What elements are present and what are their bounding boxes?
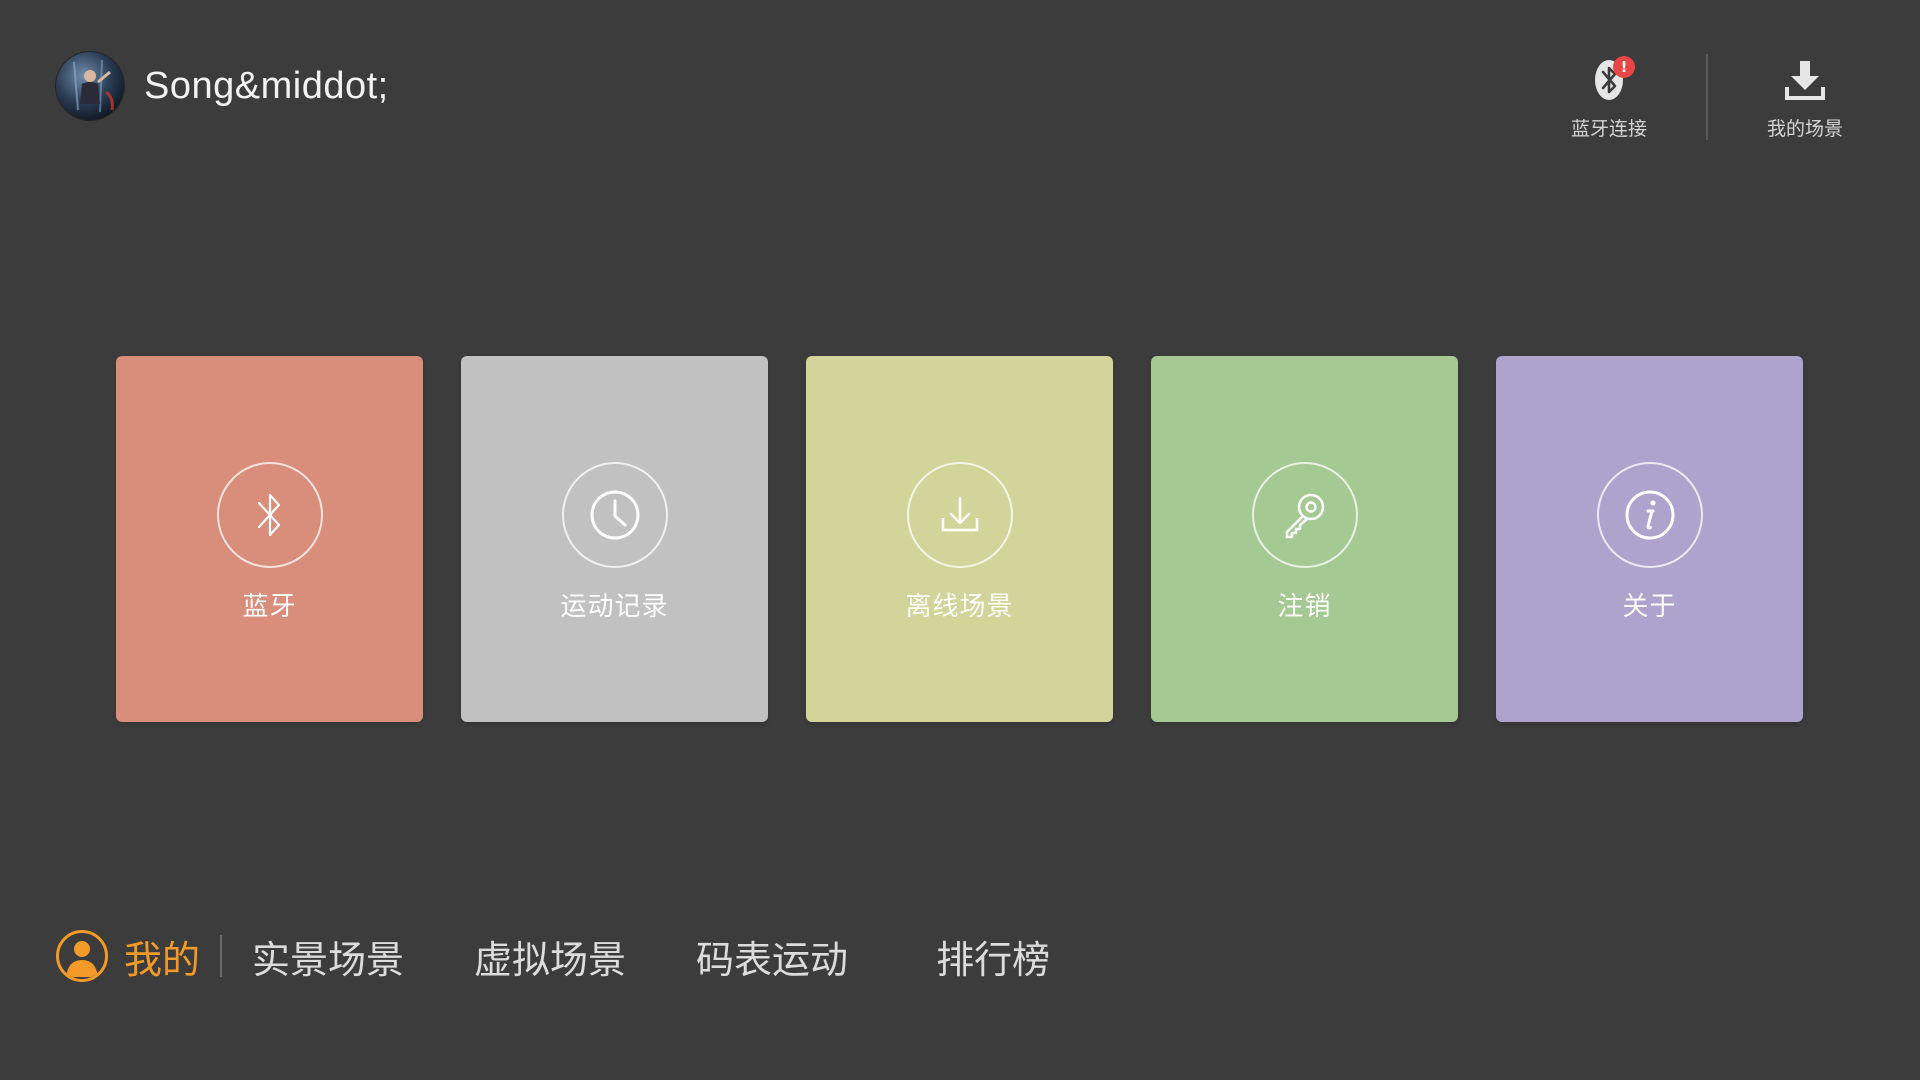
tile-workout-history-label: 运动记录 [560, 592, 669, 622]
bluetooth-connect-label: 蓝牙连接 [1570, 118, 1647, 140]
user-icon [56, 930, 108, 982]
info-icon [1596, 462, 1703, 568]
notification-badge: ! [1613, 56, 1635, 78]
tile-workout-history[interactable]: 运动记录 [461, 356, 768, 722]
bluetooth-connect-button[interactable]: ! 蓝牙连接 [1534, 52, 1684, 141]
nav-divider [220, 935, 223, 977]
bottom-nav: 我的 实景场景 虚拟场景 码表运动 排行榜 [56, 926, 1120, 986]
nav-tab-me-label: 我的 [124, 937, 201, 982]
tile-logout-label: 注销 [1277, 592, 1332, 622]
bluetooth-icon [216, 462, 323, 568]
nav-tab-real-scenes[interactable]: 实景场景 [252, 929, 404, 984]
tile-offline-scenes-label: 离线场景 [905, 592, 1014, 622]
tile-bluetooth-label: 蓝牙 [242, 592, 297, 622]
key-icon [1251, 462, 1358, 568]
clock-icon [561, 462, 668, 568]
my-scenes-label: 我的场景 [1766, 118, 1843, 140]
tile-logout[interactable]: 注销 [1151, 356, 1458, 722]
avatar[interactable] [56, 52, 124, 120]
tile-bluetooth[interactable]: 蓝牙 [116, 356, 423, 722]
user-profile[interactable]: Song&middot; [56, 52, 389, 120]
tile-about-label: 关于 [1622, 592, 1677, 622]
nav-tab-virtual-scenes[interactable]: 虚拟场景 [474, 929, 626, 984]
download-icon [1777, 52, 1833, 108]
bluetooth-icon: ! [1581, 52, 1637, 108]
download-icon [906, 462, 1013, 568]
nav-tab-leaderboard[interactable]: 排行榜 [936, 929, 1050, 984]
nav-tab-odometer-workout[interactable]: 码表运动 [696, 929, 848, 984]
home-screen: Song&middot; ! 蓝牙连接 我的场景 蓝牙 运动记录 离线场景 注销… [0, 0, 1920, 1080]
header-divider [1706, 54, 1708, 140]
my-scenes-button[interactable]: 我的场景 [1730, 52, 1880, 141]
tile-about[interactable]: 关于 [1496, 356, 1803, 722]
nav-tab-me[interactable]: 我的 [56, 929, 200, 984]
tile-offline-scenes[interactable]: 离线场景 [806, 356, 1113, 722]
username: Song&middot; [144, 64, 389, 107]
feature-tiles: 蓝牙 运动记录 离线场景 注销 关于 [116, 356, 1803, 722]
top-actions: ! 蓝牙连接 我的场景 [1534, 52, 1880, 141]
